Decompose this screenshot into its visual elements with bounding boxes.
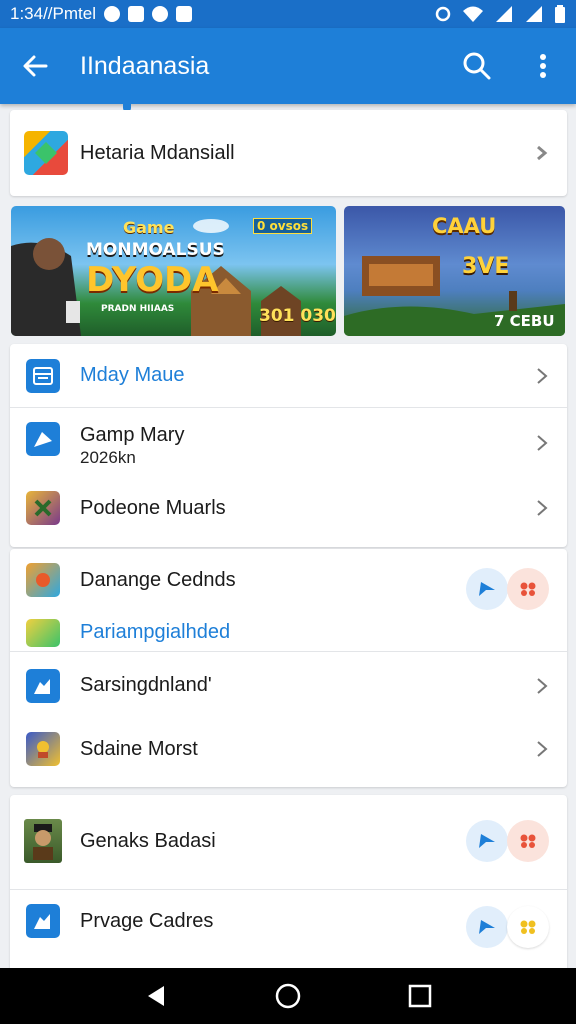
list-item-label: Sarsingdnland' [80,674,212,696]
share-icon [479,920,495,934]
bottom-card: Genaks Badasi Prvage Cadres [10,795,567,975]
search-icon [463,52,491,80]
list-item[interactable]: Genaks Badasi [10,795,567,887]
nav-recents-button[interactable] [390,968,450,1024]
game-icon [26,619,60,647]
like-button[interactable] [507,820,549,862]
banner-tag: Game [123,218,175,237]
wifi-icon [463,6,483,22]
list-item[interactable]: Prvage Cadres [10,890,567,952]
list-item[interactable]: Gamp Mary 2026kn [10,408,567,478]
nav-back-button[interactable] [126,968,186,1024]
top-item-card[interactable]: Hetaria Mdansiall [10,110,567,196]
list-item-label: Podeone Muarls [80,496,226,519]
status-bar: 1:34//Pmtel [0,0,576,28]
banner-caption: PRADN HIIAAS [101,304,175,314]
banner-left[interactable]: Game 0 ovsos MONMOALSUS DYODA PRADN HIIA… [11,206,336,336]
nav-back-icon [148,986,164,1006]
like-button[interactable] [507,906,549,948]
chevron-right-icon [537,500,548,516]
menu-card: Mday Maue Gamp Mary 2026kn Podeone Muarl… [10,344,567,547]
chevron-right-icon [537,677,548,694]
game-icon [26,563,60,597]
back-button[interactable] [0,28,70,104]
list-item-label: Genaks Badasi [80,829,216,852]
chevron-right-icon [537,435,548,451]
signal-icon [526,6,542,22]
chevron-right-icon [537,741,548,757]
heart-icon [520,582,536,596]
app-bar: IIndaanasia [0,28,576,104]
list-item[interactable]: Mday Maue [10,344,567,407]
heart-icon [520,834,536,848]
banner-badge: 0 ovsos [253,218,313,234]
chevron-right-icon [537,367,548,384]
game-icon [26,491,60,525]
list-item[interactable]: Danange Cednds [10,549,567,611]
more-options-button[interactable] [510,28,576,104]
app-icon [24,131,68,175]
list-item[interactable]: Pariampgialhded [10,611,567,651]
nav-recents-icon [408,984,432,1008]
list-item-label: Mday Maue [80,364,185,386]
list-item-label: Danange Cednds [80,568,236,591]
page-title: IIndaanasia [80,51,210,80]
list-item-label: Pariampgialhded [80,621,231,643]
system-nav-bar [0,968,576,1024]
list-item[interactable]: Podeone Muarls [10,478,567,538]
banner-title: MONMOALSUS [86,240,225,260]
send-icon [26,668,60,703]
banner-right[interactable]: CAAU 3VE 7 CEBU [344,206,565,336]
list-item[interactable]: Sdaine Morst [10,719,567,779]
status-time: 1:34//Pmtel [10,4,96,23]
send-icon [26,904,60,938]
list-item-label: Sdaine Morst [80,737,198,760]
chevron-right-icon [537,145,548,161]
like-button[interactable] [507,568,549,610]
banner-price: 7 CEBU [494,312,555,330]
top-item-label: Hetaria Mdansiall [80,141,235,164]
nav-home-icon [275,983,301,1009]
nav-home-button[interactable] [258,968,318,1024]
search-button[interactable] [444,28,510,104]
banner-score: 301 030 [259,306,336,326]
list-item[interactable]: Sarsingdnland' [10,652,567,719]
share-icon [479,582,495,596]
heart-icon [520,920,536,934]
banner-title: DYODA [86,260,219,300]
notification-icon [128,6,144,22]
game-icon [26,732,60,766]
back-arrow-icon [23,55,48,77]
list-item-label: Prvage Cadres [80,909,214,932]
more-vert-icon [540,54,546,78]
list-item-label: Gamp Mary [80,424,185,446]
battery-icon [555,5,565,23]
calendar-icon [26,358,60,393]
notification-icon [152,6,168,22]
banner-subtitle: 3VE [462,254,510,279]
send-icon [26,422,60,456]
notification-icon [104,6,120,22]
notification-icon [176,6,192,22]
alarm-icon [435,6,451,22]
share-button[interactable] [466,906,508,948]
featured-card: Danange Cednds Pariampgialhded Sarsingdn… [10,549,567,787]
share-button[interactable] [466,568,508,610]
list-item-subtitle: 2026kn [80,448,136,467]
banner-title: CAAU [432,214,497,238]
signal-icon [496,6,512,22]
share-button[interactable] [466,820,508,862]
share-icon [479,834,495,848]
avatar [24,819,62,863]
